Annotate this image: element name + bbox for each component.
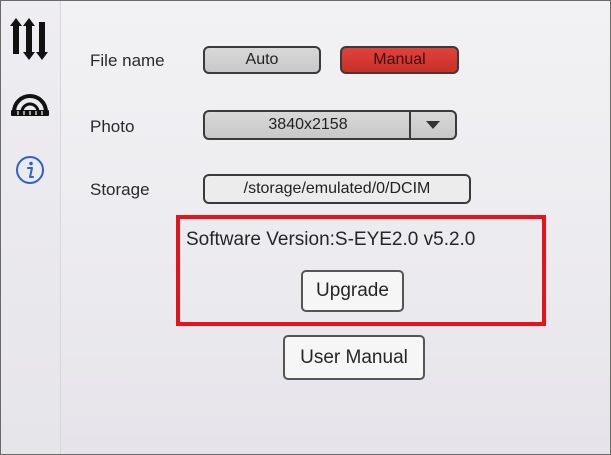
chevron-down-icon[interactable] [409, 112, 455, 138]
user-manual-button[interactable]: User Manual [283, 335, 425, 380]
sliders-icon[interactable] [8, 18, 52, 62]
photo-resolution-value: 3840x2158 [268, 116, 348, 133]
auto-button[interactable]: Auto [203, 46, 321, 74]
software-version-text: Software Version:S-EYE2.0 v5.2.0 [186, 229, 476, 250]
upgrade-button[interactable]: Upgrade [301, 270, 404, 312]
sidebar [0, 0, 61, 455]
settings-screen: File name Auto Manual Photo 3840x2158 St… [0, 0, 611, 455]
measure-gauge-icon[interactable] [8, 78, 52, 122]
photo-label: Photo [90, 117, 135, 136]
storage-path-field[interactable]: /storage/emulated/0/DCIM [203, 174, 471, 204]
info-icon[interactable] [8, 148, 52, 192]
storage-label: Storage [90, 180, 150, 199]
photo-resolution-select[interactable]: 3840x2158 [203, 110, 457, 140]
manual-button[interactable]: Manual [340, 46, 459, 74]
file-name-label: File name [90, 51, 165, 70]
